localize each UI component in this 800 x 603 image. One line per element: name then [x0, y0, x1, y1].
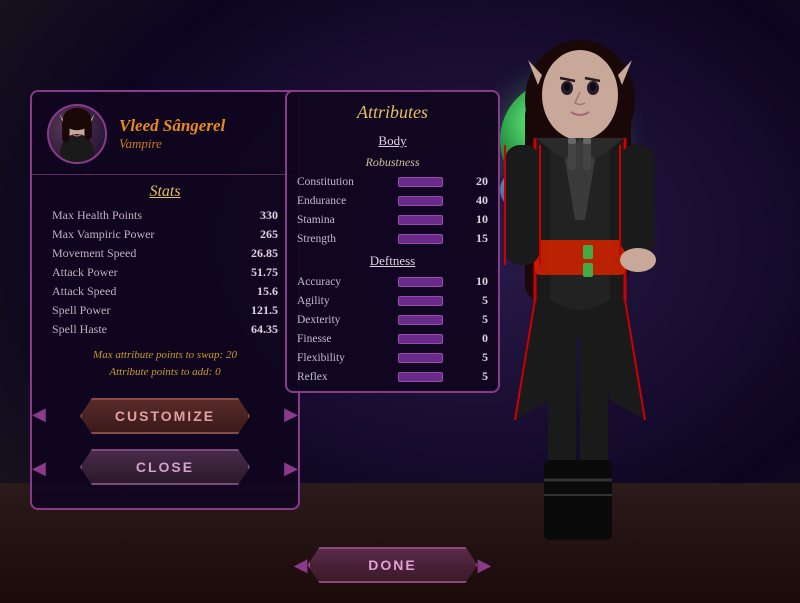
attr-row: Constitution 20 [287, 172, 498, 191]
attr-row: Finesse 0 [287, 329, 498, 348]
avatar [47, 104, 107, 164]
attr-row: Flexibility 5 [287, 348, 498, 367]
attr-row: Reflex 5 [287, 367, 498, 386]
attr-label: Endurance [297, 195, 377, 207]
attr-row: Dexterity 5 [287, 310, 498, 329]
attr-bar[interactable] [398, 277, 443, 287]
attr-value: 15 [463, 231, 488, 246]
attr-label: Dexterity [297, 314, 377, 326]
stat-value: 121.5 [251, 303, 278, 318]
attr-bar[interactable] [398, 177, 443, 187]
attr-value: 40 [463, 193, 488, 208]
attr-value: 20 [463, 174, 488, 189]
character-header: Vleed Sângerel Vampire [32, 92, 298, 175]
stat-row: Spell Power 121.5 [32, 301, 298, 320]
attributes-title: Attributes [287, 92, 498, 128]
stat-row: Movement Speed 26.85 [32, 244, 298, 263]
stats-rows: Max Health Points 330 Max Vampiric Power 26… [32, 206, 298, 339]
stat-label: Spell Haste [52, 322, 107, 337]
attr-label: Constitution [297, 176, 377, 188]
attr-label: Agility [297, 295, 377, 307]
stat-label: Spell Power [52, 303, 110, 318]
character-class: Vampire [119, 136, 225, 152]
attr-row: Accuracy 10 [287, 272, 498, 291]
attr-bar[interactable] [398, 296, 443, 306]
stat-label: Movement Speed [52, 246, 136, 261]
attr-value: 5 [463, 350, 488, 365]
attr-bar[interactable] [398, 215, 443, 225]
stat-value: 51.75 [251, 265, 278, 280]
customize-arrow-left: ◀ [32, 404, 46, 425]
attr-value: 5 [463, 312, 488, 327]
attribute-note: Max attribute points to swap: 20 Attribu… [32, 339, 298, 385]
done-arrow-right: ▶ [478, 555, 492, 576]
attr-value: 0 [463, 331, 488, 346]
stat-row: Max Vampiric Power 265 [32, 225, 298, 244]
attributes-content: BodyRobustness Constitution 20 Endurance… [287, 128, 498, 386]
attr-row: Agility 5 [287, 291, 498, 310]
close-arrow-left: ◀ [32, 458, 46, 479]
attr-bar[interactable] [398, 334, 443, 344]
done-arrow-left: ◀ [294, 555, 308, 576]
stat-value: 26.85 [251, 246, 278, 261]
attr-bar[interactable] [398, 372, 443, 382]
stat-label: Attack Power [52, 265, 118, 280]
close-arrow-right: ▶ [284, 458, 298, 479]
attr-bar[interactable] [398, 315, 443, 325]
attr-label: Finesse [297, 333, 377, 345]
attr-bar[interactable] [398, 353, 443, 363]
attr-label: Stamina [297, 214, 377, 226]
attr-label: Reflex [297, 371, 377, 383]
attr-label: Flexibility [297, 352, 377, 364]
stat-row: Attack Speed 15.6 [32, 282, 298, 301]
customize-arrow-right: ▶ [284, 404, 298, 425]
attr-row: Stamina 10 [287, 210, 498, 229]
close-button[interactable]: CLOSE [80, 449, 250, 485]
attr-value: 5 [463, 293, 488, 308]
customize-button[interactable]: CUSTOMIZE [80, 398, 250, 434]
stats-panel: Vleed Sângerel Vampire Stats Max Health … [30, 90, 300, 510]
subsection-title: Robustness [287, 152, 498, 172]
attr-label: Accuracy [297, 276, 377, 288]
stat-label: Attack Speed [52, 284, 116, 299]
note-line2: Attribute points to add: 0 [47, 364, 283, 381]
attr-label: Strength [297, 233, 377, 245]
attributes-panel: Attributes BodyRobustness Constitution 2… [285, 90, 500, 393]
attr-value: 10 [463, 212, 488, 227]
stat-row: Spell Haste 64.35 [32, 320, 298, 339]
section-title: Body [287, 128, 498, 152]
stat-label: Max Health Points [52, 208, 142, 223]
attr-value: 5 [463, 369, 488, 384]
attr-row: Strength 15 [287, 229, 498, 248]
done-button[interactable]: DONE [308, 547, 478, 583]
attr-row: Endurance 40 [287, 191, 498, 210]
stat-row: Max Health Points 330 [32, 206, 298, 225]
stat-value: 265 [260, 227, 278, 242]
character-name: Vleed Sângerel [119, 116, 225, 136]
char-name-area: Vleed Sângerel Vampire [119, 116, 225, 152]
stat-row: Attack Power 51.75 [32, 263, 298, 282]
done-bar: ◀ DONE ▶ [285, 547, 500, 583]
attr-bar[interactable] [398, 234, 443, 244]
stat-value: 15.6 [257, 284, 278, 299]
stats-title: Stats [32, 175, 298, 206]
note-line1: Max attribute points to swap: 20 [47, 347, 283, 364]
attr-bar[interactable] [398, 196, 443, 206]
attr-value: 10 [463, 274, 488, 289]
stat-label: Max Vampiric Power [52, 227, 154, 242]
section-title: Deftness [287, 248, 498, 272]
stat-value: 330 [260, 208, 278, 223]
stat-value: 64.35 [251, 322, 278, 337]
